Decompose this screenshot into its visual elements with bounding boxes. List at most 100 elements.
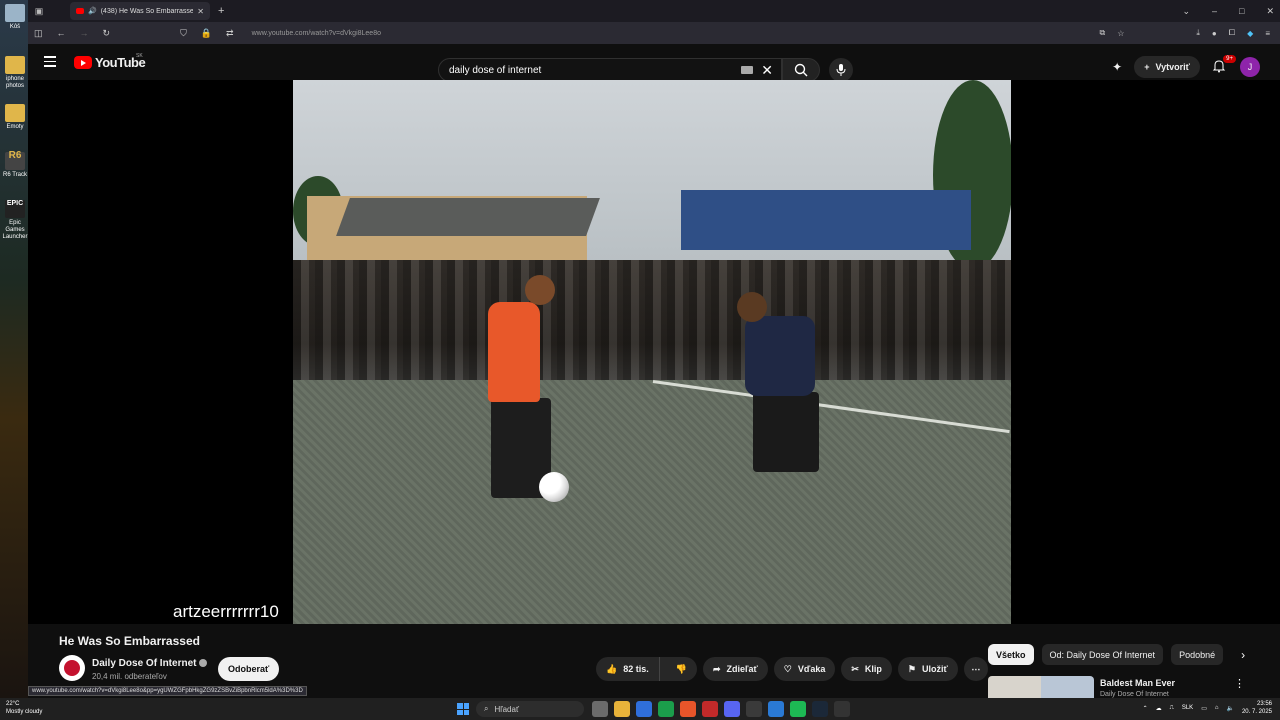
recommendation-title[interactable]: Baldest Man Ever <box>1100 678 1175 688</box>
app-icon[interactable] <box>702 701 718 717</box>
dislike-button[interactable]: 👎 <box>666 657 697 681</box>
task-view-icon[interactable] <box>592 701 608 717</box>
thanks-button[interactable]: ♡ Vďaka <box>773 657 836 681</box>
desktop-icon-recycle-bin[interactable]: Kôš <box>2 4 28 31</box>
tab-overflow-icon[interactable]: ⌄ <box>1182 6 1190 17</box>
tab-title: (438) He Was So Embarrassed <box>100 7 194 15</box>
video-roof <box>336 198 600 236</box>
epic-games-icon[interactable] <box>834 701 850 717</box>
search-button[interactable] <box>782 58 820 82</box>
tab-list-icon[interactable]: ▣ <box>28 0 50 22</box>
create-button[interactable]: + Vytvoriť <box>1134 56 1200 78</box>
youtube-header: YouTube SK daily dose of internet ✕ ✦ + … <box>28 44 1280 82</box>
forward-icon[interactable]: → <box>80 28 89 38</box>
r6-icon: R6 <box>5 151 25 170</box>
hamburger-menu-icon[interactable] <box>44 56 56 70</box>
search-icon <box>794 63 808 77</box>
sidebar-toggle-icon[interactable]: ◫ <box>34 28 43 39</box>
chip-related[interactable]: Podobné <box>1171 644 1224 665</box>
close-window-icon[interactable]: ✕ <box>1266 6 1274 17</box>
account-icon[interactable]: ● <box>1212 29 1217 38</box>
more-vertical-icon[interactable]: ⋮ <box>1234 677 1245 690</box>
spotify-icon[interactable] <box>790 701 806 717</box>
like-count: 82 tis. <box>623 664 649 674</box>
bookmark-star-icon[interactable]: ☆ <box>1117 29 1124 38</box>
tab-youtube[interactable]: 🔊 (438) He Was So Embarrassed ✕ <box>70 2 210 20</box>
app-icon[interactable] <box>658 701 674 717</box>
permissions-icon[interactable]: ⇄ <box>226 28 234 39</box>
more-actions-button[interactable]: ⋯ <box>963 657 988 681</box>
address-bar[interactable]: www.youtube.com/watch?v=dVkgi8Lee8o <box>252 30 381 37</box>
channel-name-link[interactable]: Daily Dose Of Internet <box>92 658 208 669</box>
video-player-attacker <box>488 302 540 402</box>
subscriber-count: 20,4 mil. odberateľov <box>92 672 167 681</box>
keyboard-icon[interactable] <box>741 66 753 74</box>
new-tab-icon[interactable]: + <box>218 5 224 17</box>
extension-icon[interactable]: ◆ <box>1247 29 1253 38</box>
cast-icon[interactable]: ✦ <box>1112 60 1122 74</box>
account-avatar[interactable]: J <box>1240 57 1260 77</box>
desktop-icon-r6-track[interactable]: R6 R6 Track <box>2 151 28 179</box>
firefox-icon[interactable] <box>680 701 696 717</box>
discord-icon[interactable] <box>724 701 740 717</box>
video-frame[interactable] <box>293 80 1011 624</box>
extensions-icon[interactable]: ⧠ <box>1229 28 1235 38</box>
video-player-defender <box>745 316 815 396</box>
bookmark-icon: ⚑ <box>907 663 916 674</box>
video-building-blue <box>681 190 971 250</box>
speaker-icon[interactable]: 🔊 <box>88 7 97 15</box>
chip-all[interactable]: Všetko <box>988 644 1034 665</box>
recommendation-thumbnail[interactable] <box>988 676 1094 698</box>
channel-avatar[interactable] <box>59 655 85 681</box>
voice-search-button[interactable] <box>829 58 853 82</box>
file-explorer-icon[interactable] <box>614 701 630 717</box>
share-button[interactable]: ➦ Zdieľať <box>702 657 768 681</box>
menu-icon[interactable]: ≡ <box>1265 29 1270 38</box>
reload-icon[interactable]: ↻ <box>103 28 111 39</box>
display-icon[interactable]: ▭ <box>1201 705 1207 712</box>
taskbar-search[interactable]: ⌕ Hľadať <box>476 701 584 717</box>
volume-icon[interactable]: 🔈 <box>1226 705 1233 712</box>
minimize-icon[interactable]: – <box>1212 6 1217 16</box>
save-button[interactable]: ⚑ Uložiť <box>897 657 958 681</box>
notification-badge: 9+ <box>1223 55 1236 63</box>
settings-icon[interactable] <box>746 701 762 717</box>
onedrive-icon[interactable]: ☁ <box>1156 705 1162 712</box>
verified-icon <box>199 659 208 668</box>
clip-button[interactable]: ✂ Klip <box>841 657 892 681</box>
steam-icon[interactable] <box>812 701 828 717</box>
subscribe-button[interactable]: Odoberať <box>218 657 280 681</box>
chevron-right-icon[interactable]: › <box>1241 648 1245 662</box>
shield-icon[interactable]: ⛉ <box>180 28 187 39</box>
video-player[interactable]: artzeerrrrrrr10 <box>28 80 1280 624</box>
app-icon[interactable] <box>768 701 784 717</box>
search-input[interactable]: daily dose of internet ✕ <box>438 58 782 82</box>
channel-logo-icon <box>64 660 80 676</box>
downloads-icon[interactable]: ⤓ <box>1196 28 1200 38</box>
weather-widget[interactable]: 22°C Mostly cloudy <box>6 700 42 716</box>
maximize-icon[interactable]: □ <box>1239 6 1244 16</box>
desktop-icon-iphone-photos[interactable]: iphone photos <box>2 56 28 90</box>
tray-overflow-icon[interactable]: ⌃ <box>1143 705 1148 712</box>
start-button[interactable] <box>457 703 469 715</box>
chip-from-channel[interactable]: Od: Daily Dose Of Internet <box>1041 644 1164 665</box>
youtube-logo[interactable]: YouTube SK <box>74 53 146 70</box>
video-player-defender <box>737 292 767 322</box>
like-button[interactable]: 👍 82 tis. <box>596 657 660 681</box>
clear-search-icon[interactable]: ✕ <box>761 62 773 79</box>
plus-icon: + <box>1144 62 1150 72</box>
desktop-icon-epic-games[interactable]: EPIC Epic Games Launcher <box>2 200 28 241</box>
app-icon[interactable] <box>636 701 652 717</box>
usb-icon[interactable]: ⎍ <box>1170 705 1174 712</box>
picture-in-picture-icon[interactable]: ⧉ <box>1099 28 1105 38</box>
close-tab-icon[interactable]: ✕ <box>197 7 204 16</box>
desktop-icon-emoty[interactable]: Emoty <box>2 104 28 131</box>
video-actions: 👍 82 tis. 👎 ➦ Zdieľať ♡ Vďaka ✂ Klip ⚑ U… <box>596 657 988 681</box>
network-icon[interactable]: ⌂ <box>1215 705 1219 711</box>
clock[interactable]: 23:56 20. 7. 2025 <box>1242 700 1272 716</box>
language-indicator[interactable]: SLK <box>1182 705 1193 711</box>
notifications-button[interactable]: 9+ <box>1212 55 1236 75</box>
recommendation-channel[interactable]: Daily Dose Of Internet <box>1100 691 1169 698</box>
more-horizontal-icon: ⋯ <box>971 663 981 674</box>
back-icon[interactable]: ← <box>57 28 66 38</box>
